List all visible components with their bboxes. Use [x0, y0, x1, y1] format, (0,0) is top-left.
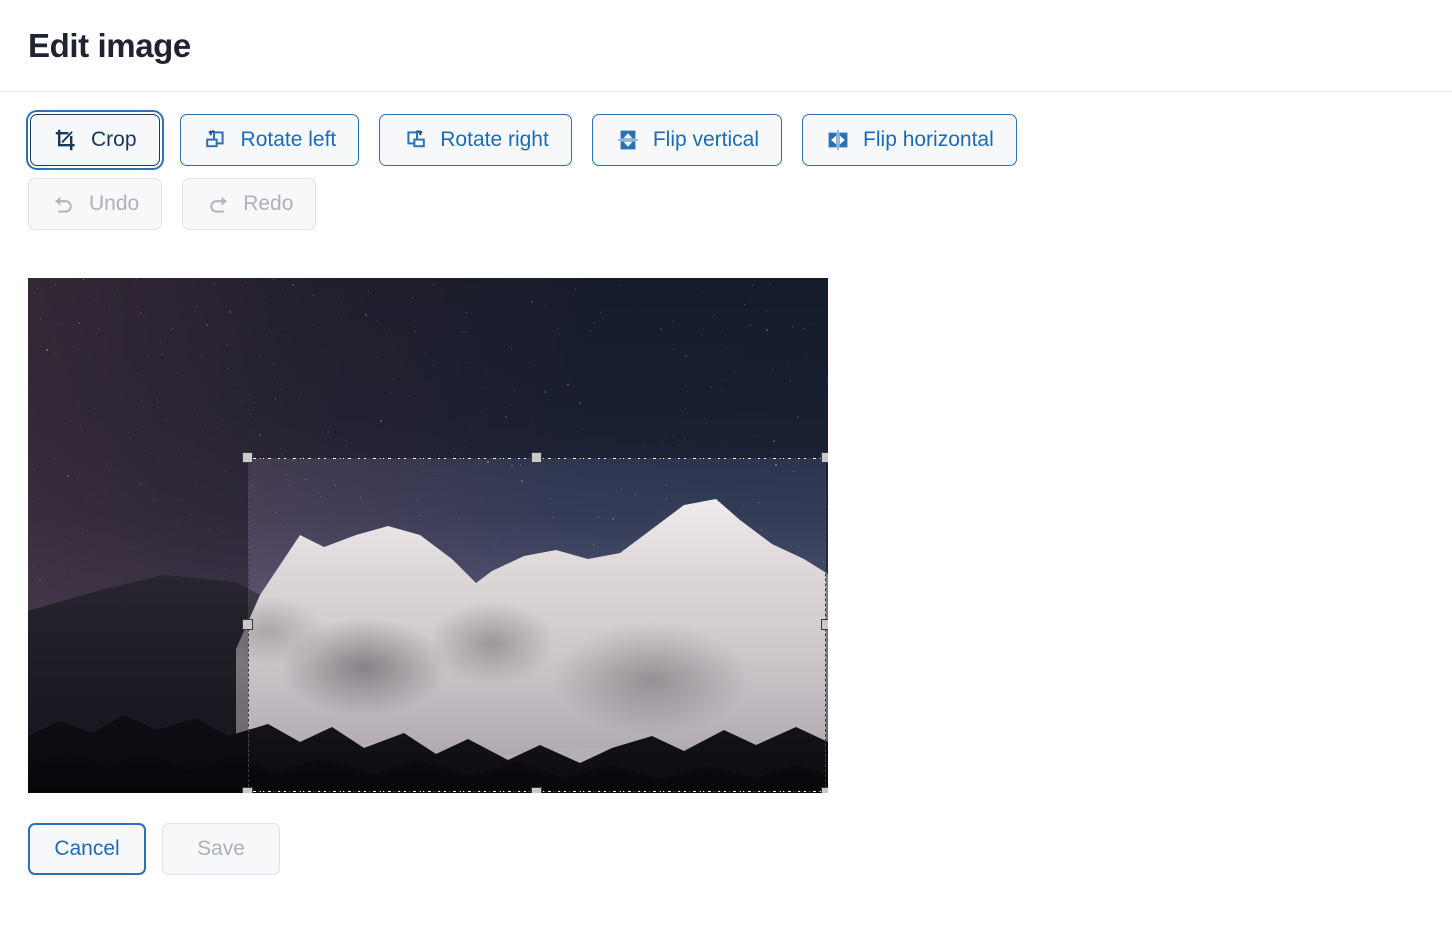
editor-toolbar: Crop Rotate left Rotate right Flip verti… [0, 92, 1452, 230]
footer-actions: Cancel Save [0, 793, 1452, 875]
page-header: Edit image [0, 0, 1452, 92]
flip-vertical-button-label: Flip vertical [652, 128, 760, 151]
cancel-button[interactable]: Cancel [28, 823, 146, 875]
history-tool-row: Undo Redo [28, 178, 1452, 230]
flip-horizontal-button[interactable]: Flip horizontal [802, 114, 1017, 166]
redo-icon [205, 191, 231, 217]
flip-horizontal-icon [825, 127, 851, 153]
undo-icon [51, 191, 77, 217]
crop-handle-middle-right[interactable] [821, 618, 828, 630]
redo-button[interactable]: Redo [182, 178, 317, 230]
crop-handle-bottom-right[interactable] [821, 786, 828, 793]
undo-button-label: Undo [89, 192, 140, 215]
rotate-right-button[interactable]: Rotate right [379, 114, 572, 166]
crop-selection[interactable] [242, 451, 828, 793]
crop-button-label: Crop [91, 128, 137, 151]
save-button[interactable]: Save [162, 823, 280, 875]
redo-button-label: Redo [243, 192, 294, 215]
rotate-left-icon [203, 127, 229, 153]
transform-tool-row: Crop Rotate left Rotate right Flip verti… [28, 114, 1452, 166]
crop-handle-top-right[interactable] [821, 451, 828, 463]
crop-button[interactable]: Crop [30, 114, 160, 166]
rotate-left-button-label: Rotate left [240, 128, 337, 151]
page-title: Edit image [28, 26, 191, 64]
editor-area [0, 242, 1452, 793]
crop-icon [53, 127, 79, 153]
image-canvas[interactable] [28, 278, 828, 793]
flip-vertical-icon [615, 127, 641, 153]
flip-vertical-button[interactable]: Flip vertical [591, 114, 783, 166]
undo-button[interactable]: Undo [28, 178, 163, 230]
rotate-right-button-label: Rotate right [440, 128, 549, 151]
crop-handle-bottom-center[interactable] [531, 786, 543, 793]
flip-horizontal-button-label: Flip horizontal [863, 128, 994, 151]
rotate-right-icon [402, 127, 428, 153]
rotate-left-button[interactable]: Rotate left [179, 114, 360, 166]
crop-handle-middle-left[interactable] [242, 618, 253, 630]
crop-handle-bottom-left[interactable] [242, 786, 253, 793]
crop-handle-top-left[interactable] [242, 451, 253, 463]
crop-handle-top-center[interactable] [531, 451, 543, 463]
